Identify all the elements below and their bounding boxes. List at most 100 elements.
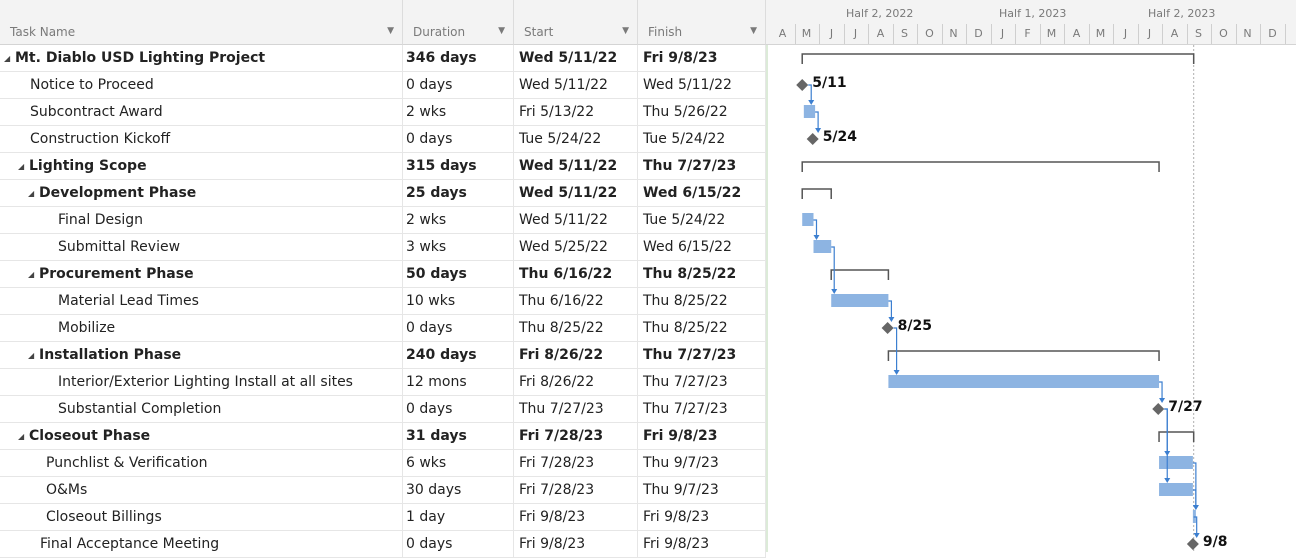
task-start-cell[interactable]: Tue 5/24/22 [514, 126, 638, 153]
task-finish-cell[interactable]: Thu 8/25/22 [638, 315, 766, 342]
task-name-cell[interactable]: ◢ Closeout Phase [0, 423, 403, 450]
task-name-cell[interactable]: Construction Kickoff [0, 126, 403, 153]
task-finish-cell[interactable]: Fri 9/8/23 [638, 531, 766, 558]
task-start-cell[interactable]: Fri 7/28/23 [514, 450, 638, 477]
table-row[interactable]: Material Lead Times 10 wks Thu 6/16/22 Thu … [0, 288, 766, 315]
table-row[interactable]: Submittal Review 3 wks Wed 5/25/22 Wed 6/15… [0, 234, 766, 261]
task-start-cell[interactable]: Fri 8/26/22 [514, 369, 638, 396]
task-finish-cell[interactable]: Thu 5/26/22 [638, 99, 766, 126]
task-start-cell[interactable]: Wed 5/11/22 [514, 45, 638, 72]
task-duration-cell[interactable]: 0 days [403, 315, 514, 342]
table-row[interactable]: ◢ Lighting Scope 315 days Wed 5/11/22 Thu 7/… [0, 153, 766, 180]
task-finish-cell[interactable]: Tue 5/24/22 [638, 126, 766, 153]
task-name-cell[interactable]: Notice to Proceed [0, 72, 403, 99]
task-finish-cell[interactable]: Thu 9/7/23 [638, 450, 766, 477]
table-row[interactable]: Interior/Exterior Lighting Install at al… [0, 369, 766, 396]
task-name-cell[interactable]: Final Design [0, 207, 403, 234]
task-duration-cell[interactable]: 2 wks [403, 207, 514, 234]
task-start-cell[interactable]: Fri 7/28/23 [514, 477, 638, 504]
table-row[interactable]: ◢ Installation Phase 240 days Fri 8/26/22 Th… [0, 342, 766, 369]
task-finish-cell[interactable]: Fri 9/8/23 [638, 423, 766, 450]
task-duration-cell[interactable]: 12 mons [403, 369, 514, 396]
task-duration-cell[interactable]: 30 days [403, 477, 514, 504]
task-start-cell[interactable]: Fri 7/28/23 [514, 423, 638, 450]
collapse-triangle-icon[interactable]: ◢ [28, 261, 37, 287]
task-finish-cell[interactable]: Thu 8/25/22 [638, 288, 766, 315]
task-start-cell[interactable]: Fri 5/13/22 [514, 99, 638, 126]
column-header-duration[interactable]: Duration ▼ [403, 0, 514, 45]
task-finish-cell[interactable]: Wed 6/15/22 [638, 180, 766, 207]
table-row[interactable]: Substantial Completion 0 days Thu 7/27/23 T… [0, 396, 766, 423]
table-row[interactable]: Construction Kickoff 0 days Tue 5/24/22 Tue… [0, 126, 766, 153]
task-start-cell[interactable]: Wed 5/25/22 [514, 234, 638, 261]
task-duration-cell[interactable]: 315 days [403, 153, 514, 180]
task-name-cell[interactable]: O&Ms [0, 477, 403, 504]
task-start-cell[interactable]: Thu 7/27/23 [514, 396, 638, 423]
task-name-cell[interactable]: Punchlist & Verification [0, 450, 403, 477]
task-duration-cell[interactable]: 50 days [403, 261, 514, 288]
task-duration-cell[interactable]: 2 wks [403, 99, 514, 126]
task-finish-cell[interactable]: Thu 7/27/23 [638, 342, 766, 369]
table-row[interactable]: O&Ms 30 days Fri 7/28/23 Thu 9/7/23 [0, 477, 766, 504]
task-finish-cell[interactable]: Thu 9/7/23 [638, 477, 766, 504]
task-name-cell[interactable]: Interior/Exterior Lighting Install at al… [0, 369, 403, 396]
task-finish-cell[interactable]: Wed 5/11/22 [638, 72, 766, 99]
task-finish-cell[interactable]: Wed 6/15/22 [638, 234, 766, 261]
table-row[interactable]: Final Acceptance Meeting 0 days Fri 9/8/23… [0, 531, 766, 558]
task-name-cell[interactable]: Substantial Completion [0, 396, 403, 423]
task-duration-cell[interactable]: 6 wks [403, 450, 514, 477]
gantt-chart[interactable]: Half 2, 2022 Half 1, 2023 Half 2, 2023 A… [766, 0, 1296, 552]
task-finish-cell[interactable]: Thu 7/27/23 [638, 396, 766, 423]
task-start-cell[interactable]: Thu 6/16/22 [514, 261, 638, 288]
task-name-cell[interactable]: Final Acceptance Meeting [0, 531, 403, 558]
task-name-cell[interactable]: Material Lead Times [0, 288, 403, 315]
table-row[interactable]: ◢ Mt. Diablo USD Lighting Project 346 days… [0, 45, 766, 72]
task-name-cell[interactable]: ◢ Lighting Scope [0, 153, 403, 180]
task-name-cell[interactable]: ◢ Mt. Diablo USD Lighting Project [0, 45, 403, 72]
task-name-cell[interactable]: ◢ Procurement Phase [0, 261, 403, 288]
table-row[interactable]: Notice to Proceed 0 days Wed 5/11/22 Wed 5/… [0, 72, 766, 99]
task-name-cell[interactable]: Closeout Billings [0, 504, 403, 531]
dropdown-arrow-icon[interactable]: ▼ [750, 26, 757, 36]
table-row[interactable]: Final Design 2 wks Wed 5/11/22 Tue 5/24/22 [0, 207, 766, 234]
column-header-task-name[interactable]: Task Name ▼ [0, 0, 403, 45]
collapse-triangle-icon[interactable]: ◢ [18, 153, 27, 179]
task-start-cell[interactable]: Wed 5/11/22 [514, 72, 638, 99]
task-start-cell[interactable]: Fri 9/8/23 [514, 504, 638, 531]
task-duration-cell[interactable]: 0 days [403, 126, 514, 153]
task-duration-cell[interactable]: 240 days [403, 342, 514, 369]
table-row[interactable]: Mobilize 0 days Thu 8/25/22 Thu 8/25/22 [0, 315, 766, 342]
task-name-cell[interactable]: ◢ Development Phase [0, 180, 403, 207]
dropdown-arrow-icon[interactable]: ▼ [387, 26, 394, 36]
task-finish-cell[interactable]: Thu 8/25/22 [638, 261, 766, 288]
task-duration-cell[interactable]: 0 days [403, 396, 514, 423]
table-row[interactable]: ◢ Procurement Phase 50 days Thu 6/16/22 Thu … [0, 261, 766, 288]
task-start-cell[interactable]: Fri 9/8/23 [514, 531, 638, 558]
task-finish-cell[interactable]: Thu 7/27/23 [638, 369, 766, 396]
table-row[interactable]: ◢ Development Phase 25 days Wed 5/11/22 Wed … [0, 180, 766, 207]
task-finish-cell[interactable]: Thu 7/27/23 [638, 153, 766, 180]
task-duration-cell[interactable]: 346 days [403, 45, 514, 72]
task-finish-cell[interactable]: Fri 9/8/23 [638, 504, 766, 531]
task-duration-cell[interactable]: 31 days [403, 423, 514, 450]
task-duration-cell[interactable]: 10 wks [403, 288, 514, 315]
collapse-triangle-icon[interactable]: ◢ [18, 423, 27, 449]
column-header-finish[interactable]: Finish ▼ [638, 0, 766, 45]
task-name-cell[interactable]: ◢ Installation Phase [0, 342, 403, 369]
task-duration-cell[interactable]: 1 day [403, 504, 514, 531]
task-start-cell[interactable]: Fri 8/26/22 [514, 342, 638, 369]
table-row[interactable]: Closeout Billings 1 day Fri 9/8/23 Fri 9/8/… [0, 504, 766, 531]
task-duration-cell[interactable]: 3 wks [403, 234, 514, 261]
table-row[interactable]: ◢ Closeout Phase 31 days Fri 7/28/23 Fri 9/8… [0, 423, 766, 450]
task-duration-cell[interactable]: 25 days [403, 180, 514, 207]
task-start-cell[interactable]: Thu 6/16/22 [514, 288, 638, 315]
task-finish-cell[interactable]: Fri 9/8/23 [638, 45, 766, 72]
task-finish-cell[interactable]: Tue 5/24/22 [638, 207, 766, 234]
dropdown-arrow-icon[interactable]: ▼ [622, 26, 629, 36]
collapse-triangle-icon[interactable]: ◢ [28, 180, 37, 206]
table-row[interactable]: Punchlist & Verification 6 wks Fri 7/28/23… [0, 450, 766, 477]
task-start-cell[interactable]: Thu 8/25/22 [514, 315, 638, 342]
column-header-start[interactable]: Start ▼ [514, 0, 638, 45]
collapse-triangle-icon[interactable]: ◢ [28, 342, 37, 368]
collapse-triangle-icon[interactable]: ◢ [4, 45, 13, 71]
